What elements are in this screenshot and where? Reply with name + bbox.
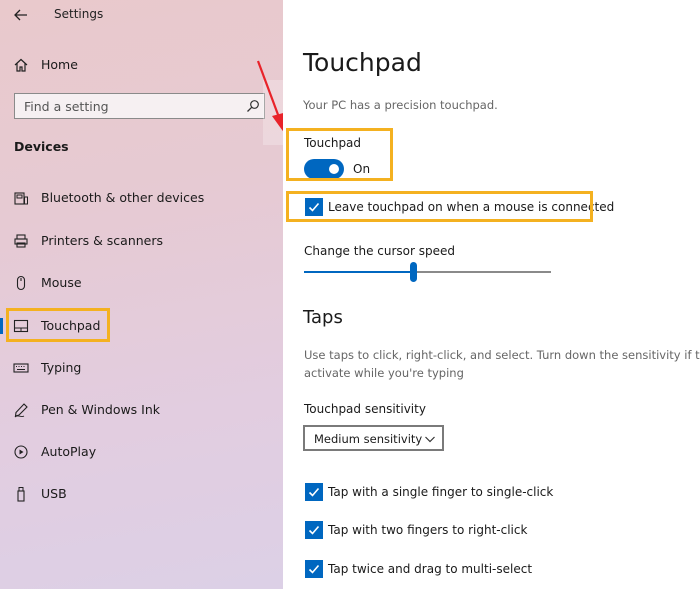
two-finger-right-click-checkbox[interactable] — [305, 521, 323, 539]
sidebar-item-home[interactable]: Home — [0, 48, 283, 82]
sidebar-item-touchpad[interactable]: Touchpad — [0, 309, 283, 343]
sidebar-item-label: AutoPlay — [41, 444, 97, 459]
leave-touchpad-on-checkbox[interactable] — [305, 198, 323, 216]
keyboard-icon — [12, 359, 30, 377]
page-subtitle: Your PC has a precision touchpad. — [303, 98, 498, 112]
cursor-speed-slider[interactable] — [304, 262, 551, 282]
two-finger-right-click-label: Tap with two fingers to right-click — [328, 523, 528, 537]
sidebar-item-autoplay[interactable]: AutoPlay — [0, 435, 283, 469]
single-finger-click-label: Tap with a single finger to single-click — [328, 485, 554, 499]
taps-description-line: activate while you're typing — [304, 366, 464, 380]
tap-twice-drag-label: Tap twice and drag to multi-select — [328, 562, 533, 576]
app-title: Settings — [54, 7, 104, 21]
search-input[interactable] — [15, 94, 240, 118]
slider-thumb[interactable] — [409, 262, 417, 282]
touchpad-toggle[interactable] — [304, 159, 344, 179]
bluetooth-devices-icon — [12, 189, 30, 207]
slider-fill — [304, 271, 413, 273]
usb-icon — [12, 485, 30, 503]
title-bar: Settings — [0, 0, 283, 30]
sidebar-item-label: Bluetooth & other devices — [41, 190, 205, 205]
sidebar-item-label: Pen & Windows Ink — [41, 402, 161, 417]
checkmark-icon — [308, 202, 320, 212]
checkmark-icon — [308, 487, 320, 497]
sidebar-item-pen[interactable]: Pen & Windows Ink — [0, 393, 283, 427]
sensitivity-dropdown[interactable]: Medium sensitivity — [303, 425, 444, 451]
toggle-knob — [329, 164, 339, 174]
sidebar-item-label: Mouse — [41, 275, 82, 290]
home-icon — [12, 56, 30, 74]
sidebar-item-printers[interactable]: Printers & scanners — [0, 224, 283, 258]
checkmark-icon — [308, 564, 320, 574]
sidebar-item-typing[interactable]: Typing — [0, 351, 283, 385]
taps-heading: Taps — [303, 307, 343, 328]
touchpad-icon — [12, 317, 30, 335]
cursor-speed-label: Change the cursor speed — [304, 244, 455, 258]
toggle-state-text: On — [353, 162, 371, 176]
mouse-icon — [12, 274, 30, 292]
sidebar-item-mouse[interactable]: Mouse — [0, 266, 283, 300]
search-box[interactable] — [14, 93, 265, 119]
pen-icon — [12, 401, 30, 419]
page-title: Touchpad — [303, 48, 422, 77]
single-finger-click-checkbox[interactable] — [305, 483, 323, 501]
checkmark-icon — [308, 525, 320, 535]
sensitivity-label: Touchpad sensitivity — [304, 402, 426, 416]
sensitivity-value: Medium sensitivity — [314, 432, 423, 446]
printer-icon — [12, 232, 30, 250]
sidebar-item-label: USB — [41, 486, 67, 501]
sidebar-item-label: Printers & scanners — [41, 233, 164, 248]
sidebar-item-usb[interactable]: USB — [0, 477, 283, 511]
section-title-devices: Devices — [14, 139, 69, 154]
sidebar-item-label: Touchpad — [41, 318, 101, 333]
sidebar-item-bluetooth[interactable]: Bluetooth & other devices — [0, 181, 283, 215]
chevron-down-icon — [425, 436, 435, 443]
taps-description: Use taps to click, right-click, and sele… — [304, 346, 700, 382]
sidebar-item-label: Home — [41, 57, 78, 72]
sidebar: Settings Home Devices Bluetooth & other … — [0, 0, 283, 589]
leave-touchpad-on-label: Leave touchpad on when a mouse is connec… — [328, 200, 615, 214]
back-arrow-icon[interactable] — [12, 6, 30, 24]
autoplay-icon — [12, 443, 30, 461]
touchpad-toggle-label: Touchpad — [304, 136, 362, 150]
tap-twice-drag-checkbox[interactable] — [305, 560, 323, 578]
taps-description-line: Use taps to click, right-click, and sele… — [304, 348, 700, 362]
main-content: Touchpad Your PC has a precision touchpa… — [283, 0, 700, 589]
sidebar-item-label: Typing — [41, 360, 82, 375]
